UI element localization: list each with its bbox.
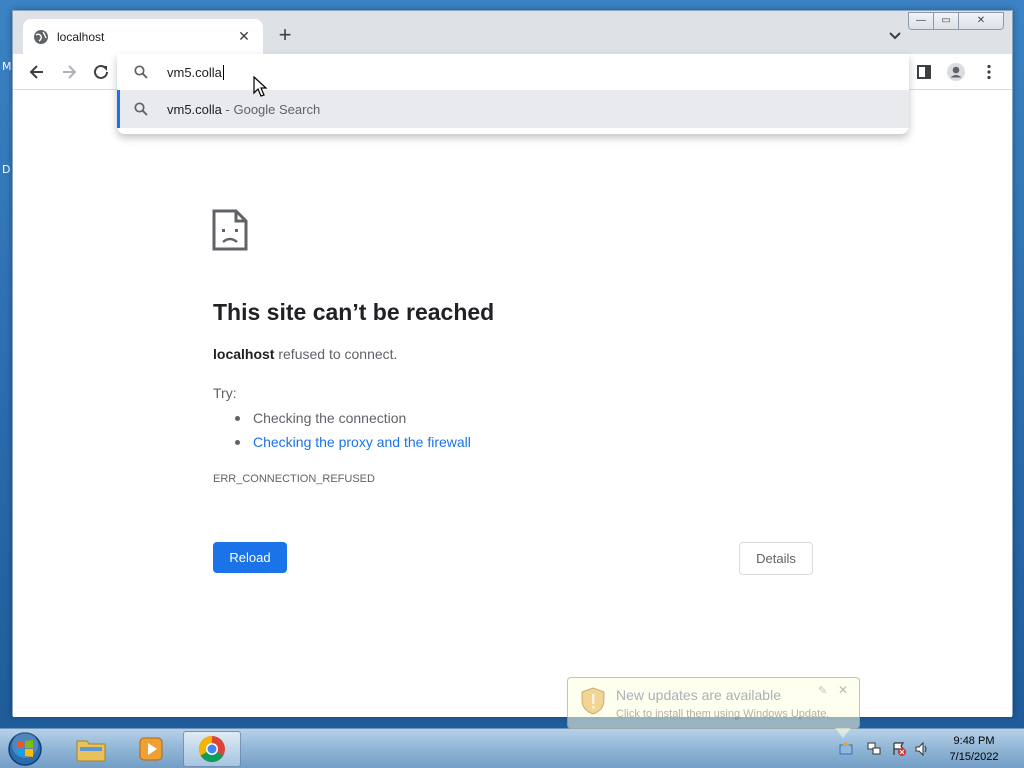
suggestion-query: vm5.colla	[167, 101, 222, 117]
reload-icon[interactable]	[91, 62, 111, 82]
error-code: ERR_CONNECTION_REFUSED	[213, 473, 375, 485]
desktop-edge-letter: M	[2, 60, 12, 73]
tray-update-icon[interactable]	[838, 741, 854, 757]
notification-body: Click to install them using Windows Upda…	[616, 708, 830, 720]
tab-strip: localhost ✕ + — ▭ ✕	[13, 11, 1012, 54]
error-message: refused to connect.	[274, 346, 398, 362]
start-button-orb-icon[interactable]	[6, 731, 44, 767]
suggestion-check-connection: Checking the connection	[235, 409, 471, 433]
notification-close-icon[interactable]: ✕	[838, 683, 848, 697]
error-title: This site can’t be reached	[213, 299, 495, 325]
tab-title: localhost	[57, 29, 105, 44]
error-page: This site can’t be reached localhost ref…	[13, 91, 1012, 717]
error-description: localhost refused to connect.	[213, 346, 397, 362]
browser-window: localhost ✕ + — ▭ ✕ vm5.colla vm5.colla …	[12, 10, 1013, 717]
tab-localhost[interactable]: localhost ✕	[23, 19, 263, 54]
minimize-button[interactable]: —	[909, 13, 934, 29]
suggestion-check-proxy-link[interactable]: Checking the proxy and the firewall	[235, 433, 471, 457]
mouse-pointer-icon	[253, 76, 268, 97]
taskbar-media-player-button[interactable]	[122, 731, 180, 767]
pin-icon: ✎	[818, 685, 828, 697]
suggestion-list: Checking the connection Checking the pro…	[235, 409, 471, 457]
window-controls: — ▭ ✕	[908, 12, 1004, 30]
profile-avatar-icon[interactable]	[946, 62, 966, 82]
taskbar: 9:48 PM 7/15/2022	[0, 728, 1024, 768]
suggestion-separator: -	[221, 101, 234, 117]
chrome-icon	[198, 735, 225, 763]
text-caret	[222, 64, 224, 80]
details-button[interactable]: Details	[739, 542, 813, 575]
taskbar-chrome-button[interactable]	[183, 731, 241, 767]
tab-search-chevron-icon[interactable]	[885, 25, 905, 45]
omnibox-suggestion[interactable]: vm5.colla - Google Search	[117, 90, 909, 128]
omnibox-dropdown: vm5.colla vm5.colla - Google Search	[117, 54, 909, 134]
close-button[interactable]: ✕	[959, 13, 1003, 29]
clock-date: 7/15/2022	[949, 751, 999, 763]
shield-warning-icon	[581, 687, 605, 715]
menu-kebab-icon[interactable]	[979, 62, 999, 82]
tray-action-center-icon[interactable]	[891, 741, 907, 757]
search-icon	[134, 65, 148, 79]
taskbar-explorer-button[interactable]	[62, 731, 120, 767]
reload-button[interactable]: Reload	[213, 542, 287, 573]
new-tab-button[interactable]: +	[273, 24, 297, 48]
media-player-icon	[139, 737, 163, 761]
address-bar-input[interactable]: vm5.colla	[117, 54, 909, 90]
folder-icon	[76, 740, 106, 762]
side-panel-icon[interactable]	[914, 62, 934, 82]
tray-volume-icon[interactable]	[914, 741, 930, 757]
update-notification-balloon[interactable]: New updates are available Click to insta…	[567, 677, 860, 729]
taskbar-clock[interactable]: 9:48 PM 7/15/2022	[944, 733, 1004, 765]
search-icon	[134, 102, 148, 116]
tray-network-icon[interactable]	[866, 741, 882, 757]
tab-close-icon[interactable]: ✕	[235, 28, 253, 45]
clock-time: 9:48 PM	[953, 735, 995, 747]
back-arrow-icon[interactable]	[27, 62, 47, 82]
suggestion-engine: Google Search	[233, 101, 321, 117]
notification-title: New updates are available	[616, 687, 781, 703]
address-bar-text: vm5.colla	[167, 64, 222, 80]
desktop-edge-letter: D	[2, 163, 11, 176]
error-host: localhost	[213, 346, 275, 362]
forward-arrow-icon[interactable]	[59, 62, 79, 82]
sad-document-icon	[212, 209, 248, 251]
maximize-button[interactable]: ▭	[934, 13, 959, 29]
globe-icon	[34, 29, 48, 44]
try-label: Try:	[213, 385, 237, 401]
balloon-tail	[835, 728, 851, 738]
